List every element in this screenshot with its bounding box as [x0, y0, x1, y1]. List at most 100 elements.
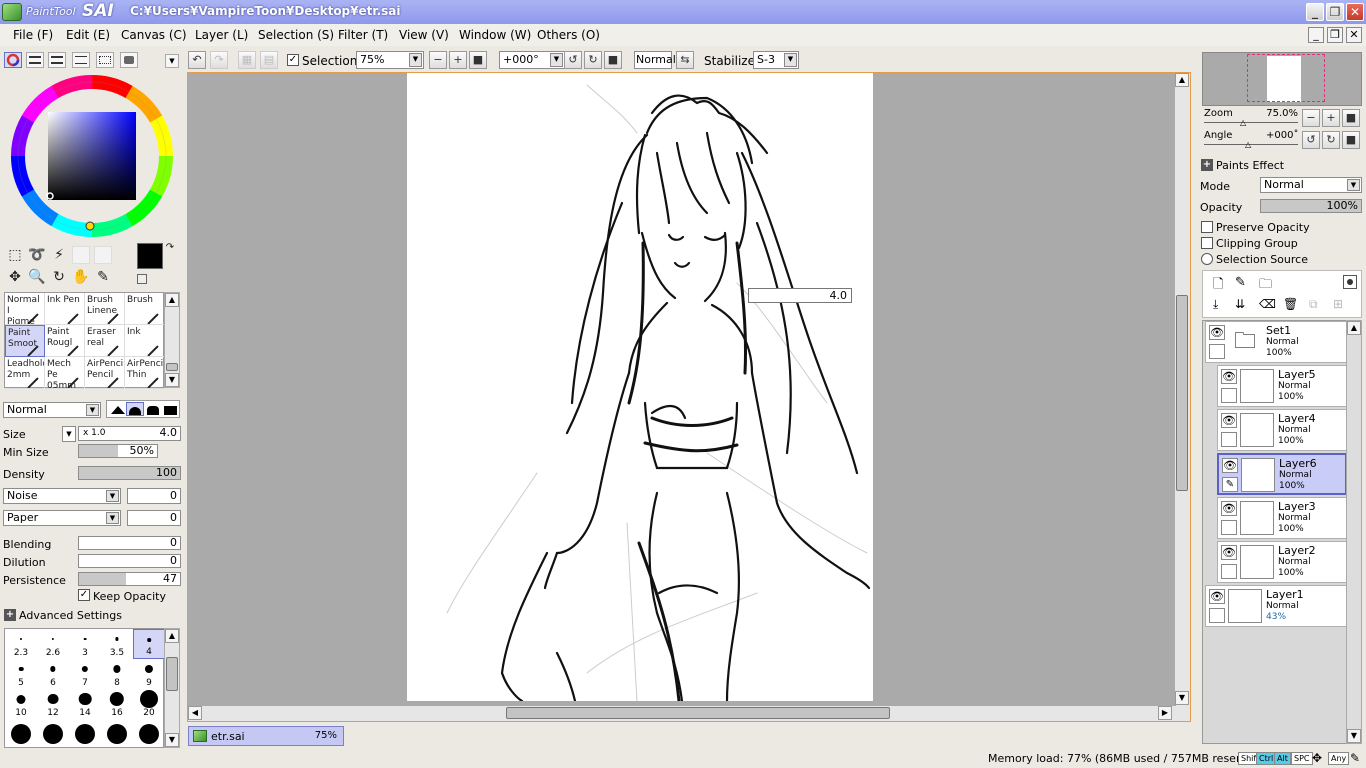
zoom-tool-icon[interactable]: 🔍 [28, 268, 46, 286]
empty-tool-slot[interactable] [72, 246, 90, 264]
color-wheel-mode-button[interactable] [4, 52, 22, 68]
doc-minimize-button[interactable]: _ [1308, 27, 1324, 43]
nav-zoom-reset-button[interactable]: ■ [1342, 109, 1360, 127]
brush-size-option[interactable]: 6 [37, 659, 69, 689]
menu-file[interactable]: File (F) [13, 28, 53, 42]
layer-row[interactable]: 👁 Layer5 Normal 100% [1217, 365, 1347, 407]
brush-size-option[interactable] [133, 719, 165, 749]
layer-lock-toggle[interactable] [1209, 344, 1225, 359]
clipping-group-checkbox[interactable] [1201, 237, 1213, 249]
swap-colors-icon[interactable]: ↷ [164, 242, 176, 254]
brush-slot[interactable]: Paint Smoot [5, 325, 45, 357]
transfer-down-icon[interactable]: ⤓ [1213, 297, 1218, 312]
layer-row[interactable]: 👁 Layer4 Normal 100% [1217, 409, 1347, 451]
density-slider[interactable]: 100 [78, 466, 181, 480]
layer-lock-toggle[interactable] [1221, 564, 1237, 579]
scroll-down-arrow[interactable]: ▼ [165, 373, 179, 387]
clear-layer-icon[interactable]: ⌫ [1259, 297, 1276, 311]
brush-shape-sharp-icon[interactable] [111, 406, 125, 414]
redo-button[interactable]: ↷ [210, 51, 228, 69]
dilution-slider[interactable]: 0 [78, 554, 181, 568]
eye-icon[interactable]: 👁 [1209, 589, 1225, 604]
delete-layer-icon[interactable]: 🗑 [1283, 297, 1298, 311]
paper-value-field[interactable]: 0 [127, 510, 181, 526]
eyedropper-tool-icon[interactable]: ✎ [94, 268, 112, 286]
rotate-right-button[interactable]: ↻ [584, 51, 602, 69]
brush-size-option[interactable]: 5 [5, 659, 37, 689]
persistence-slider[interactable]: 47 [78, 572, 181, 586]
brush-size-option[interactable]: 4 [133, 629, 165, 659]
brush-size-option[interactable]: 16 [101, 689, 133, 719]
color-wheel[interactable] [8, 72, 176, 240]
magic-wand-tool-icon[interactable]: ⚡ [50, 246, 68, 264]
layer-row[interactable]: 👁 Layer1 Normal 43% [1205, 585, 1347, 627]
brush-size-option[interactable]: 10 [5, 689, 37, 719]
doc-restore-button[interactable]: ❐ [1327, 27, 1343, 43]
brush-size-option[interactable]: 14 [69, 689, 101, 719]
deselect-button[interactable]: ▦ [238, 51, 256, 69]
brush-size-option[interactable]: 20 [133, 689, 165, 719]
scroll-thumb[interactable] [166, 363, 178, 371]
nav-zoom-out-button[interactable]: − [1302, 109, 1320, 127]
scroll-up-arrow[interactable]: ▲ [165, 629, 179, 643]
scratchpad-mode-button[interactable] [120, 52, 138, 68]
brush-shape-flat-icon[interactable] [147, 406, 159, 415]
menu-selection[interactable]: Selection (S) [258, 28, 334, 42]
scroll-left-arrow[interactable]: ◀ [188, 706, 202, 720]
canvas-horizontal-scrollbar[interactable]: ◀ ▶ [188, 705, 1176, 721]
canvas-paper[interactable] [407, 73, 873, 703]
flip-horizontal-button[interactable]: ⇆ [676, 51, 694, 69]
invert-selection-button[interactable]: ▤ [260, 51, 278, 69]
rotate-tool-icon[interactable]: ↻ [50, 268, 68, 286]
eye-icon[interactable]: 👁 [1222, 458, 1238, 473]
navigator-view-rect[interactable] [1247, 54, 1325, 102]
menu-filter[interactable]: Filter (T) [338, 28, 388, 42]
min-size-slider[interactable]: 50% [78, 444, 158, 458]
brush-size-option[interactable] [5, 719, 37, 749]
size-grid-scrollbar[interactable]: ▲ ▼ [164, 628, 180, 748]
brush-slot[interactable]: AirPenci Thin [125, 357, 165, 389]
nav-angle-thumb[interactable]: △ [1245, 140, 1251, 149]
nav-rotate-left-button[interactable]: ↺ [1302, 131, 1320, 149]
layer-opacity-slider[interactable]: 100% [1260, 199, 1362, 213]
new-folder-icon[interactable]: 🗀 [1259, 275, 1272, 297]
nav-rotate-right-button[interactable]: ↻ [1322, 131, 1340, 149]
advanced-settings-label[interactable]: Advanced Settings [19, 609, 122, 622]
brush-slot[interactable]: Leadhold 2mm [5, 357, 45, 389]
brush-slot[interactable]: Ink Pen [45, 293, 85, 325]
zoom-in-button[interactable]: + [449, 51, 467, 69]
brush-grid-scrollbar[interactable]: ▲ ▼ [164, 292, 180, 388]
brush-shape-square-icon[interactable] [164, 406, 177, 415]
menu-view[interactable]: View (V) [399, 28, 449, 42]
eye-icon[interactable]: 👁 [1221, 369, 1237, 384]
brush-slot[interactable]: AirPenci Pencil [85, 357, 125, 389]
size-dropdown-button[interactable]: ▼ [62, 426, 76, 442]
brush-slot[interactable]: Mech Pe 05mm [45, 357, 85, 389]
eye-icon[interactable]: 👁 [1221, 545, 1237, 560]
merge-down-icon[interactable]: ⇊ [1235, 297, 1245, 311]
brush-size-option[interactable]: 2.3 [5, 629, 37, 659]
zoom-dropdown[interactable]: 75% ▼ [356, 51, 424, 69]
stabilizer-dropdown[interactable]: S-3 ▼ [753, 51, 799, 69]
nav-zoom-slider[interactable] [1204, 122, 1298, 123]
expand-plus-icon[interactable]: + [4, 609, 16, 621]
scroll-thumb[interactable] [166, 657, 178, 691]
brush-size-option[interactable]: 8 [101, 659, 133, 689]
scroll-thumb[interactable] [1176, 295, 1188, 491]
zoom-out-button[interactable]: − [429, 51, 447, 69]
menu-window[interactable]: Window (W) [459, 28, 531, 42]
menu-others[interactable]: Others (O) [537, 28, 600, 42]
eye-icon[interactable]: 👁 [1221, 501, 1237, 516]
rgb-slider-mode-button[interactable] [26, 52, 44, 68]
brush-size-option[interactable]: 12 [37, 689, 69, 719]
layer-row[interactable]: 👁 🗀 Set1 Normal 100% [1205, 321, 1347, 363]
scroll-up-arrow[interactable]: ▲ [1347, 321, 1361, 335]
nav-zoom-in-button[interactable]: + [1322, 109, 1340, 127]
foreground-color-swatch[interactable] [137, 243, 163, 269]
preserve-opacity-checkbox[interactable] [1201, 221, 1213, 233]
brush-size-option[interactable] [101, 719, 133, 749]
rect-select-tool-icon[interactable]: ⬚ [6, 246, 24, 264]
brush-size-option[interactable]: 9 [133, 659, 165, 689]
layer-lock-toggle[interactable] [1221, 388, 1237, 403]
doc-close-button[interactable]: ✕ [1346, 27, 1362, 43]
